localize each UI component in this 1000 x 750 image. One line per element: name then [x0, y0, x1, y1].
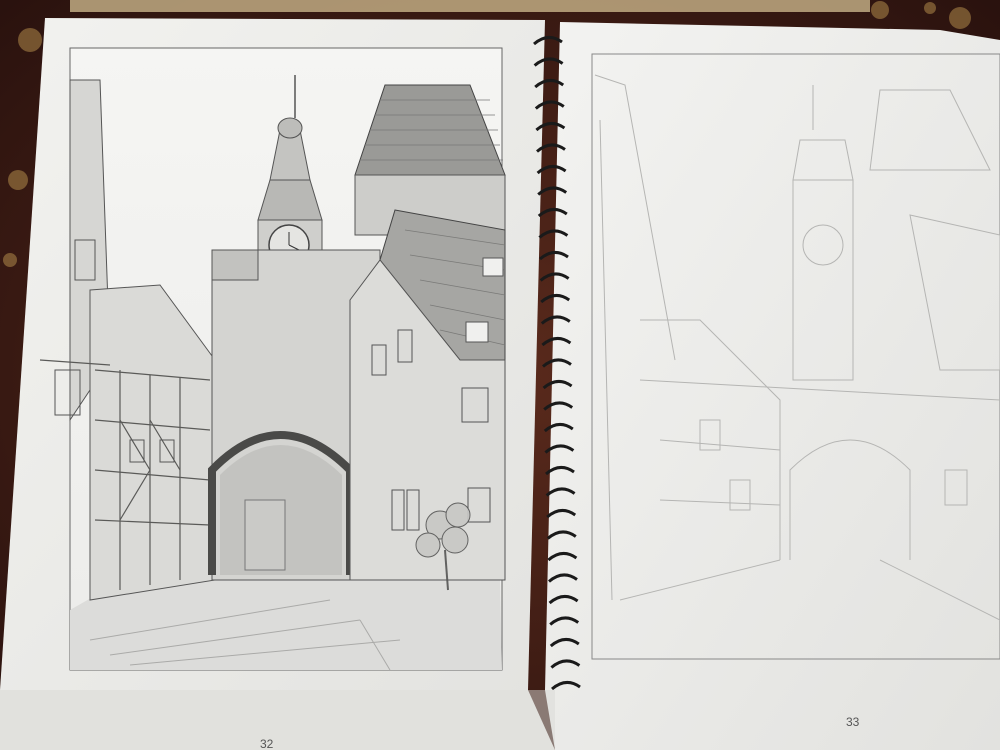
page-number-left: 32: [260, 737, 274, 750]
photo: 32 33: [0, 0, 1000, 750]
photo-shadow: [0, 690, 555, 750]
right-page: [545, 22, 1000, 750]
left-drawing: [39, 47, 506, 671]
page-number-right: 33: [846, 715, 860, 729]
wooden-edge: [70, 0, 870, 12]
sketchbook-photo: [0, 0, 1000, 750]
